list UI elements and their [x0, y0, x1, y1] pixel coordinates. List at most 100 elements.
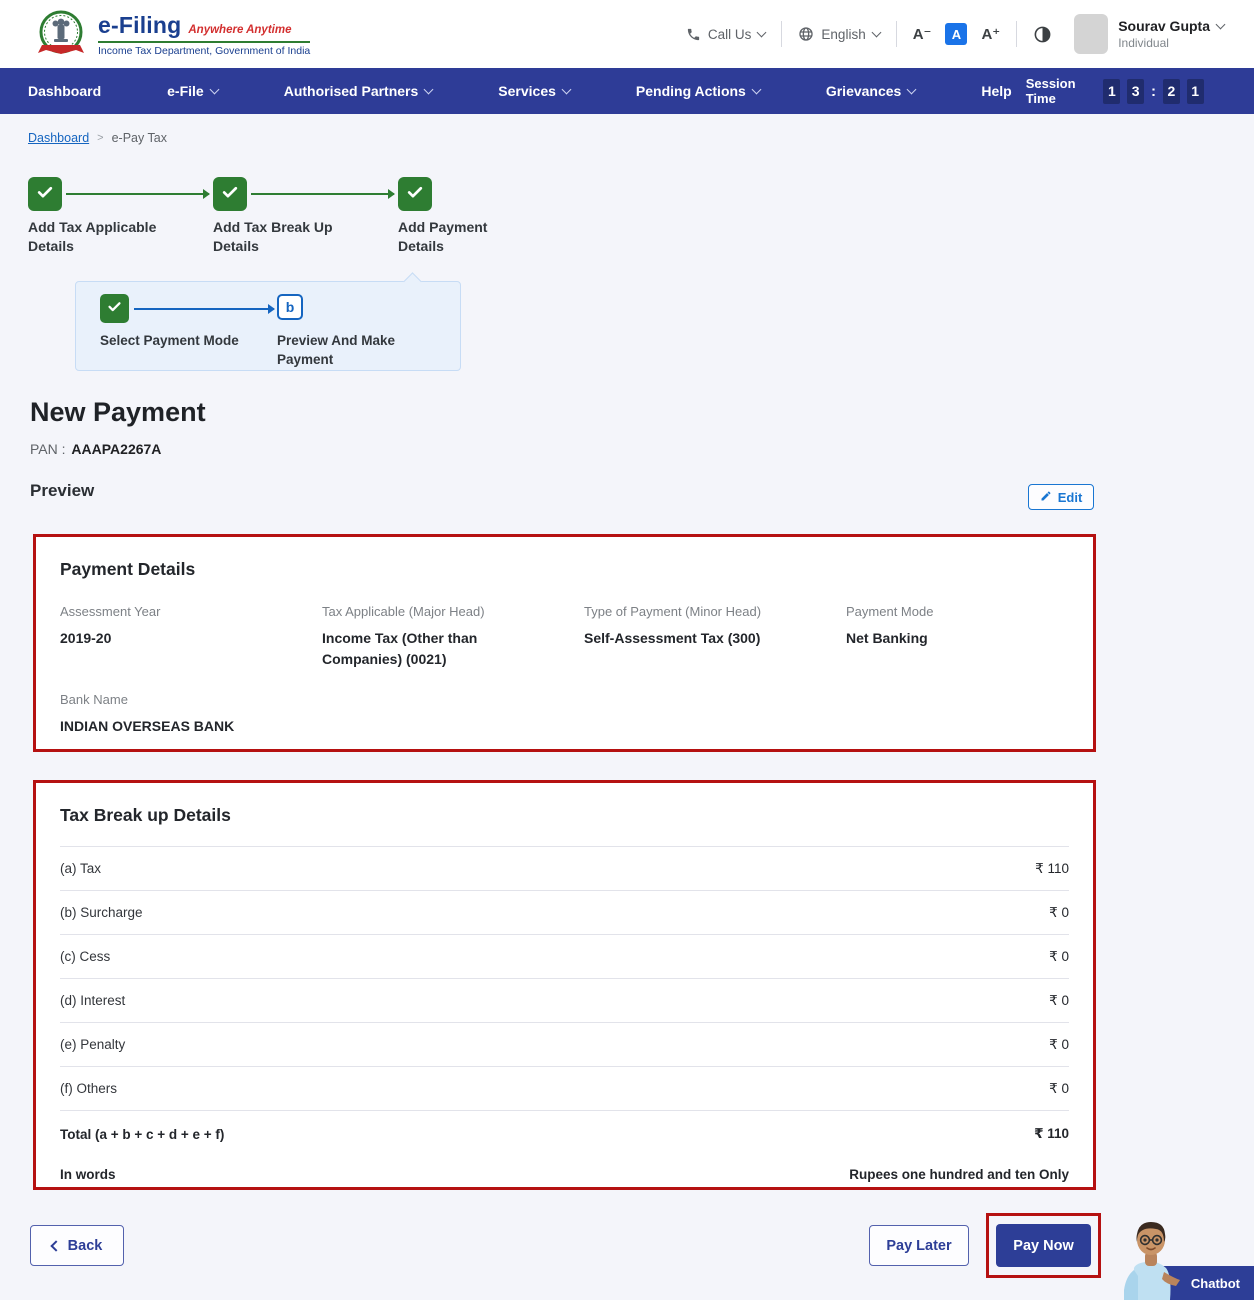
breadcrumb-dashboard-link[interactable]: Dashboard	[28, 131, 89, 145]
field-value: Income Tax (Other than Companies) (0021)	[322, 630, 478, 667]
step-3-label: Add Payment Details	[398, 219, 488, 254]
table-row-interest: (d) Interest ₹ 0	[60, 979, 1069, 1023]
sub-stepper-panel: b Select Payment Mode Preview And Make P…	[75, 272, 461, 371]
nav-help[interactable]: Help	[967, 83, 1025, 99]
logo-tagline: Anywhere Anytime	[188, 23, 292, 36]
nav-dashboard[interactable]: Dashboard	[14, 83, 115, 99]
top-header: e-Filing Anywhere Anytime Income Tax Dep…	[0, 0, 1254, 68]
row-label: (b) Surcharge	[60, 905, 143, 920]
check-icon	[35, 182, 55, 207]
pay-now-label: Pay Now	[1013, 1237, 1074, 1254]
row-value: ₹ 0	[1049, 948, 1069, 964]
step-2-check	[213, 177, 247, 211]
pencil-icon	[1040, 490, 1052, 505]
back-button[interactable]: Back	[30, 1225, 124, 1266]
chevron-down-icon	[871, 27, 882, 37]
font-increase-button[interactable]: A⁺	[981, 25, 1000, 43]
session-timer: Session Time 1 3 : 2 1	[1026, 76, 1204, 106]
page: e-Filing Anywhere Anytime Income Tax Dep…	[0, 0, 1254, 1300]
pay-now-button[interactable]: Pay Now	[996, 1224, 1091, 1267]
session-digit: 1	[1103, 78, 1121, 104]
in-words-label: In words	[60, 1166, 116, 1182]
nav-services[interactable]: Services	[484, 83, 584, 99]
check-icon	[220, 182, 240, 207]
row-value: ₹ 0	[1049, 1080, 1069, 1096]
table-row-tax: (a) Tax ₹ 110	[60, 847, 1069, 891]
edit-button[interactable]: Edit	[1028, 484, 1094, 510]
step-2-label: Add Tax Break Up Details	[213, 219, 333, 254]
check-icon	[106, 298, 123, 320]
field-bank-name: Bank Name INDIAN OVERSEAS BANK	[60, 692, 584, 737]
table-row-in-words: In words Rupees one hundred and ten Only	[60, 1157, 1069, 1191]
contrast-toggle-icon[interactable]	[1033, 25, 1052, 44]
session-digit: 2	[1163, 78, 1180, 104]
back-button-label: Back	[67, 1237, 103, 1254]
field-label: Type of Payment (Minor Head)	[584, 604, 762, 619]
header-divider	[781, 21, 783, 47]
pay-later-button[interactable]: Pay Later	[869, 1225, 969, 1266]
substep-2-marker: b	[277, 294, 303, 320]
preview-heading: Preview	[30, 481, 95, 500]
font-normal-button[interactable]: A	[945, 23, 968, 45]
chevron-down-icon	[423, 84, 434, 95]
national-emblem-icon	[34, 7, 88, 61]
nav-pending-actions[interactable]: Pending Actions	[622, 83, 774, 99]
nav-grievances[interactable]: Grievances	[812, 83, 930, 99]
globe-icon	[798, 26, 814, 42]
logo-title: e-Filing	[98, 11, 182, 38]
call-us-menu[interactable]: Call Us	[686, 26, 767, 42]
logo-subtitle: Income Tax Department, Government of Ind…	[98, 44, 311, 57]
session-separator: :	[1151, 82, 1157, 100]
chevron-down-icon	[906, 84, 917, 95]
header-controls: Call Us English A⁻ A A⁺ Sourav Gupta Ind…	[686, 14, 1226, 54]
tax-breakup-title: Tax Break up Details	[60, 805, 231, 825]
table-row-total: Total (a + b + c + d + e + f) ₹ 110	[60, 1111, 1069, 1157]
field-label: Assessment Year	[60, 604, 161, 619]
chevron-down-icon	[209, 84, 220, 95]
field-payment-mode: Payment Mode Net Banking	[846, 604, 1069, 670]
session-digit: 1	[1186, 78, 1204, 104]
total-value: ₹ 110	[1034, 1126, 1069, 1141]
step-connector-arrow	[251, 189, 395, 199]
row-label: (a) Tax	[60, 861, 102, 876]
payment-details-title: Payment Details	[60, 559, 196, 579]
in-words-value: Rupees one hundred and ten Only	[849, 1166, 1069, 1182]
row-label: (c) Cess	[60, 949, 111, 964]
chevron-left-icon	[49, 1239, 62, 1252]
chatbot-mascot-icon[interactable]	[1112, 1216, 1190, 1300]
chevron-down-icon	[756, 27, 767, 37]
language-menu[interactable]: English	[798, 26, 882, 42]
field-type-of-payment: Type of Payment (Minor Head) Self-Assess…	[584, 604, 846, 670]
step-connector-arrow	[66, 189, 210, 199]
row-value: ₹ 0	[1049, 904, 1069, 920]
chevron-down-icon	[1215, 19, 1226, 29]
user-menu[interactable]: Sourav Gupta Individual	[1074, 14, 1226, 54]
substep-2-label: Preview And Make Payment	[277, 333, 396, 367]
logo-text: e-Filing Anywhere Anytime Income Tax Dep…	[98, 11, 311, 57]
font-decrease-button[interactable]: A⁻	[913, 25, 932, 43]
header-divider	[895, 21, 897, 47]
chatbot-label: Chatbot	[1190, 1275, 1240, 1291]
row-value: ₹ 110	[1035, 860, 1069, 876]
field-label: Payment Mode	[846, 604, 934, 619]
substep-1-check	[100, 294, 129, 323]
field-value: 2019-20	[60, 630, 112, 646]
pan-row: PAN : AAAPA2267A	[30, 441, 161, 457]
step-1-check	[28, 177, 62, 211]
nav-efile[interactable]: e-File	[153, 83, 232, 99]
total-label: Total (a + b + c + d + e + f)	[60, 1126, 225, 1142]
payment-fields-row-1: Assessment Year 2019-20 Tax Applicable (…	[60, 604, 1069, 670]
site-logo[interactable]: e-Filing Anywhere Anytime Income Tax Dep…	[34, 7, 311, 61]
field-label: Tax Applicable (Major Head)	[322, 604, 485, 619]
substep-1-label: Select Payment Mode	[100, 333, 239, 348]
table-row-others: (f) Others ₹ 0	[60, 1067, 1069, 1111]
pay-now-highlight-box: Pay Now	[986, 1213, 1101, 1278]
nav-authorised-partners[interactable]: Authorised Partners	[270, 83, 447, 99]
table-row-cess: (c) Cess ₹ 0	[60, 935, 1069, 979]
field-value: Net Banking	[846, 630, 928, 646]
breadcrumb-current: e-Pay Tax	[111, 131, 167, 145]
phone-icon	[686, 26, 701, 42]
step-1-label: Add Tax Applicable Details	[28, 219, 157, 254]
payment-details-card: Payment Details Assessment Year 2019-20 …	[33, 534, 1096, 752]
user-role: Individual	[1118, 36, 1169, 50]
